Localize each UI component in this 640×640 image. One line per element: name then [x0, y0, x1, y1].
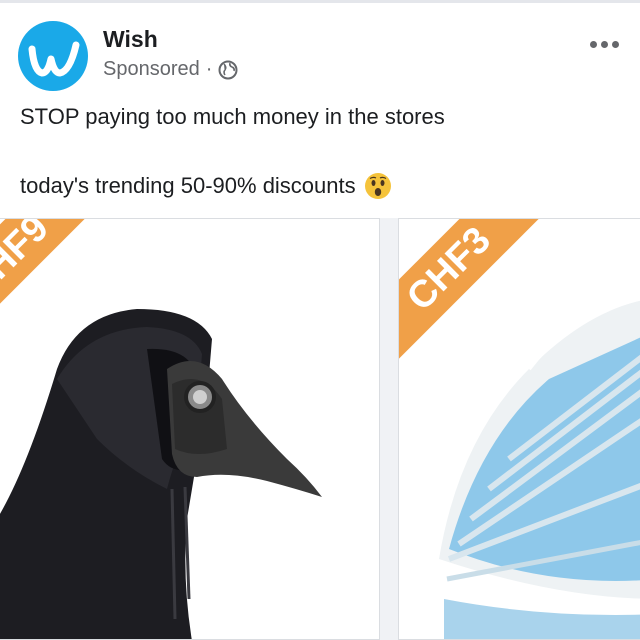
post-text-line2-wrap: today's trending 50-90% discounts: [20, 172, 392, 200]
product-carousel[interactable]: CHF9 CHF3: [0, 218, 640, 640]
post-meta: Sponsored ·: [103, 58, 238, 81]
wish-logo-icon[interactable]: [18, 21, 88, 91]
post-header: Wish Sponsored ·: [0, 0, 640, 100]
post-text-line1: STOP paying too much money in the stores: [20, 104, 445, 129]
sponsored-label[interactable]: Sponsored: [103, 58, 200, 81]
meta-separator: ·: [205, 58, 213, 80]
post-text-line2: today's trending 50-90% discounts: [20, 173, 356, 198]
astonished-face-icon: [364, 173, 391, 199]
product-card-plague-mask[interactable]: CHF9: [0, 218, 380, 640]
plague-doctor-mask-image: [0, 309, 322, 639]
page-name[interactable]: Wish: [103, 26, 158, 53]
globe-icon: [218, 60, 238, 79]
more-options-icon[interactable]: [590, 36, 624, 52]
product-card-face-masks[interactable]: CHF3: [398, 218, 640, 640]
